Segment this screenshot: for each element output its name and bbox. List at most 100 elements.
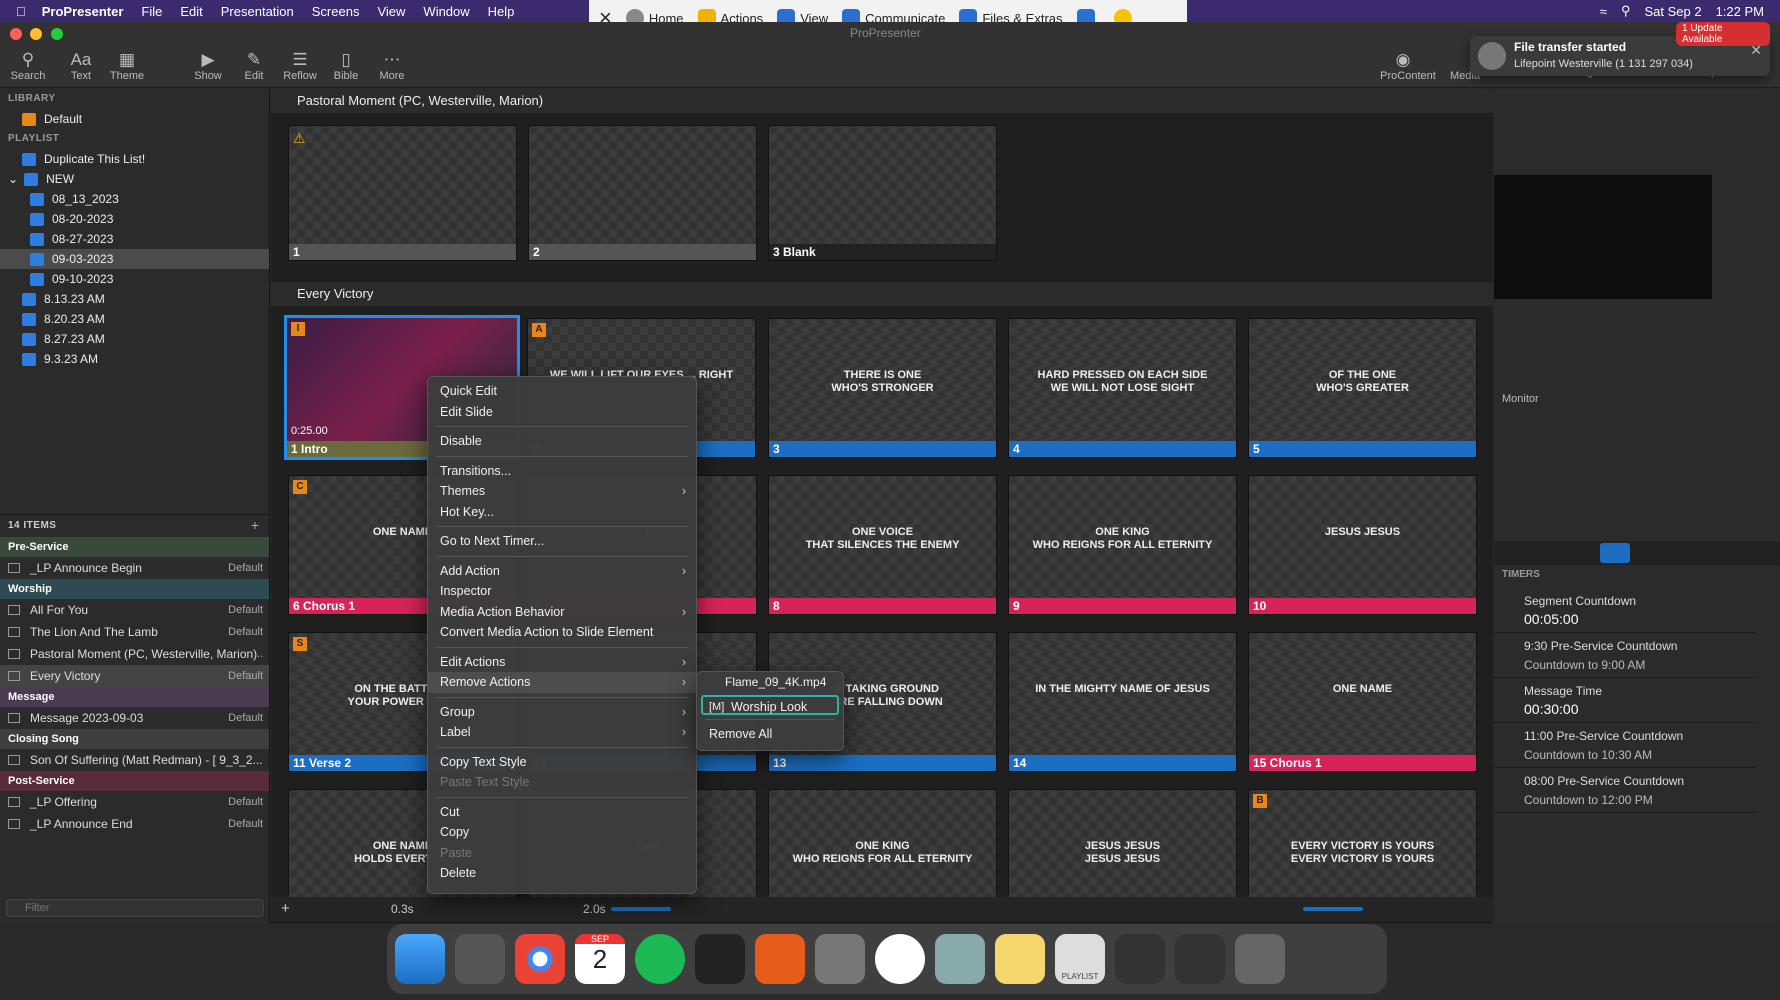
list-item[interactable]: 08_13_2023 xyxy=(0,189,269,209)
chevron-down-icon[interactable]: ⌄ xyxy=(8,169,18,189)
reflow-icon[interactable]: ☰ xyxy=(275,50,325,70)
slide-thumbnail[interactable]: OF THE ONE WHO'S GREATER 5 xyxy=(1248,318,1477,458)
menu-item-convert-media-action[interactable]: Convert Media Action to Slide Element xyxy=(428,622,696,643)
add-icon[interactable]: + xyxy=(281,900,290,917)
menu-item-delete[interactable]: Delete xyxy=(428,863,696,884)
search-icon[interactable]: ⚲ xyxy=(1621,3,1631,19)
duration-slider[interactable] xyxy=(611,907,671,911)
theme-icon[interactable]: ▦ xyxy=(102,50,152,70)
menu-item-edit-actions[interactable]: Edit Actions › xyxy=(428,652,696,673)
menu-item-transitions[interactable]: Transitions... xyxy=(428,461,696,482)
propresenter-playlist-icon[interactable]: PLAYLIST xyxy=(1055,934,1105,984)
office-icon[interactable] xyxy=(755,934,805,984)
slide-thumbnail[interactable]: ⚠ 1 xyxy=(288,125,517,261)
list-item-selected[interactable]: 09-03-2023 xyxy=(0,249,269,269)
more-button[interactable]: More xyxy=(367,70,417,82)
slide-thumbnail[interactable]: IN THE MIGHTY NAME OF JESUS 14 xyxy=(1008,632,1237,772)
presentation-header[interactable]: Every Victory xyxy=(271,282,1493,306)
menu-item-copy-text-style[interactable]: Copy Text Style xyxy=(428,752,696,773)
menu-item-add-action[interactable]: Add Action › xyxy=(428,561,696,582)
show-icon[interactable]: ▶ xyxy=(183,50,233,70)
list-item[interactable]: The Lion And The Lamb Default xyxy=(0,621,269,643)
list-item[interactable]: 08-20-2023 xyxy=(0,209,269,229)
edit-button[interactable]: Edit xyxy=(229,70,279,82)
presentation-header[interactable]: Pastoral Moment (PC, Westerville, Marion… xyxy=(271,89,1493,113)
group-post-service[interactable]: Post-Service xyxy=(0,771,269,791)
close-window-button[interactable] xyxy=(10,28,22,40)
list-item[interactable]: 8.13.23 AM xyxy=(0,289,269,309)
list-item[interactable]: Pastoral Moment (PC, Westerville, Marion… xyxy=(0,643,269,665)
group-message[interactable]: Message xyxy=(0,687,269,707)
date-label[interactable]: Sat Sep 2 xyxy=(1644,4,1701,19)
update-badge[interactable]: 1 Update Available xyxy=(1676,22,1770,46)
list-item[interactable]: _LP Offering Default xyxy=(0,791,269,813)
list-item[interactable]: 09-10-2023 xyxy=(0,269,269,289)
spotify-icon[interactable] xyxy=(635,934,685,984)
theme-button[interactable]: Theme xyxy=(102,70,152,82)
finder-icon[interactable] xyxy=(395,934,445,984)
teamviewer-icon[interactable] xyxy=(875,934,925,984)
menu-item-remove-all[interactable]: Remove All xyxy=(697,724,843,745)
timer-item[interactable]: 08:00 Pre-Service Countdown Countdown to … xyxy=(1494,769,1756,813)
list-item[interactable]: Message 2023-09-03 Default xyxy=(0,707,269,729)
notes-icon[interactable] xyxy=(995,934,1045,984)
menu-item-edit-slide[interactable]: Edit Slide xyxy=(428,402,696,423)
zoom-window-button[interactable] xyxy=(50,28,63,40)
text-icon[interactable]: Aa xyxy=(56,50,106,70)
slide-thumbnail[interactable]: 3 Blank xyxy=(768,125,997,261)
slide-thumbnail[interactable]: ONE KING WHO REIGNS FOR ALL ETERNITY 9 xyxy=(1008,475,1237,615)
menu-item-media-action[interactable]: Flame_09_4K.mp4 xyxy=(697,672,843,693)
time-label[interactable]: 1:22 PM xyxy=(1716,4,1764,19)
menu-item-label[interactable]: Label › xyxy=(428,722,696,743)
reflow-button[interactable]: Reflow xyxy=(275,70,325,82)
menu-item-group[interactable]: Group › xyxy=(428,702,696,723)
procontent-button[interactable]: ProContent xyxy=(1378,70,1438,82)
menu-item-inspector[interactable]: Inspector xyxy=(428,581,696,602)
edit-icon[interactable]: ✎ xyxy=(229,50,279,70)
apple-icon[interactable]:  xyxy=(16,4,26,19)
menu-item-worship-look[interactable]: [M] Worship Look xyxy=(701,694,839,715)
menu-item-hot-key[interactable]: Hot Key... xyxy=(428,502,696,523)
notification[interactable]: File transfer started Lifepoint Westervi… xyxy=(1470,22,1770,76)
search-icon[interactable]: ⚲ xyxy=(3,50,53,70)
slide-thumbnail[interactable]: JESUS JESUS JESUS JESUS xyxy=(1008,789,1237,909)
menu-screens[interactable]: Screens xyxy=(312,4,360,19)
menu-item-disable[interactable]: Disable xyxy=(428,431,696,452)
group-pre-service[interactable]: Pre-Service xyxy=(0,537,269,557)
folder-new[interactable]: ⌄ NEW xyxy=(0,169,269,189)
text-button[interactable]: Text xyxy=(56,70,106,82)
timer-item[interactable]: 9:30 Pre-Service Countdown Countdown to 9… xyxy=(1494,634,1756,678)
menu-help[interactable]: Help xyxy=(488,4,515,19)
zoom-slider[interactable] xyxy=(1303,907,1363,911)
slide-thumbnail[interactable]: 2 xyxy=(528,125,757,261)
timer-tab-icon[interactable] xyxy=(1600,543,1630,563)
list-item[interactable]: 8.20.23 AM xyxy=(0,309,269,329)
slide-thumbnail[interactable]: JESUS JESUS 10 xyxy=(1248,475,1477,615)
window-thumbnail[interactable] xyxy=(1175,934,1225,984)
chrome-icon[interactable] xyxy=(515,934,565,984)
more-icon[interactable]: ⋯ xyxy=(367,50,417,70)
menu-item-themes[interactable]: Themes › xyxy=(428,481,696,502)
monitor-dropdown[interactable]: Monitor xyxy=(1502,393,1539,405)
window-thumbnail[interactable] xyxy=(1115,934,1165,984)
timer-item[interactable]: Message Time 00:30:00 xyxy=(1494,679,1756,723)
show-button[interactable]: Show xyxy=(183,70,233,82)
transition-duration[interactable]: 2.0s xyxy=(583,902,606,916)
menu-edit[interactable]: Edit xyxy=(180,4,202,19)
menu-window[interactable]: Window xyxy=(423,4,469,19)
menu-item-copy[interactable]: Copy xyxy=(428,822,696,843)
list-item[interactable]: _LP Announce Begin Default xyxy=(0,557,269,579)
transition-duration[interactable]: 0.3s xyxy=(391,902,414,916)
list-item[interactable]: All For You Default xyxy=(0,599,269,621)
filter-input[interactable] xyxy=(6,899,264,917)
list-item[interactable]: Son Of Suffering (Matt Redman) - [ 9_3_2… xyxy=(0,749,269,771)
timer-item[interactable]: 11:00 Pre-Service Countdown Countdown to … xyxy=(1494,724,1756,768)
library-default[interactable]: Default xyxy=(0,109,269,129)
menu-presentation[interactable]: Presentation xyxy=(221,4,294,19)
bible-button[interactable]: Bible xyxy=(321,70,371,82)
menu-item-cut[interactable]: Cut xyxy=(428,802,696,823)
calendar-icon[interactable]: SEP 2 xyxy=(575,934,625,984)
app-menu[interactable]: ProPresenter xyxy=(42,4,124,19)
preview-icon[interactable] xyxy=(935,934,985,984)
menu-item-quick-edit[interactable]: Quick Edit xyxy=(428,381,696,402)
